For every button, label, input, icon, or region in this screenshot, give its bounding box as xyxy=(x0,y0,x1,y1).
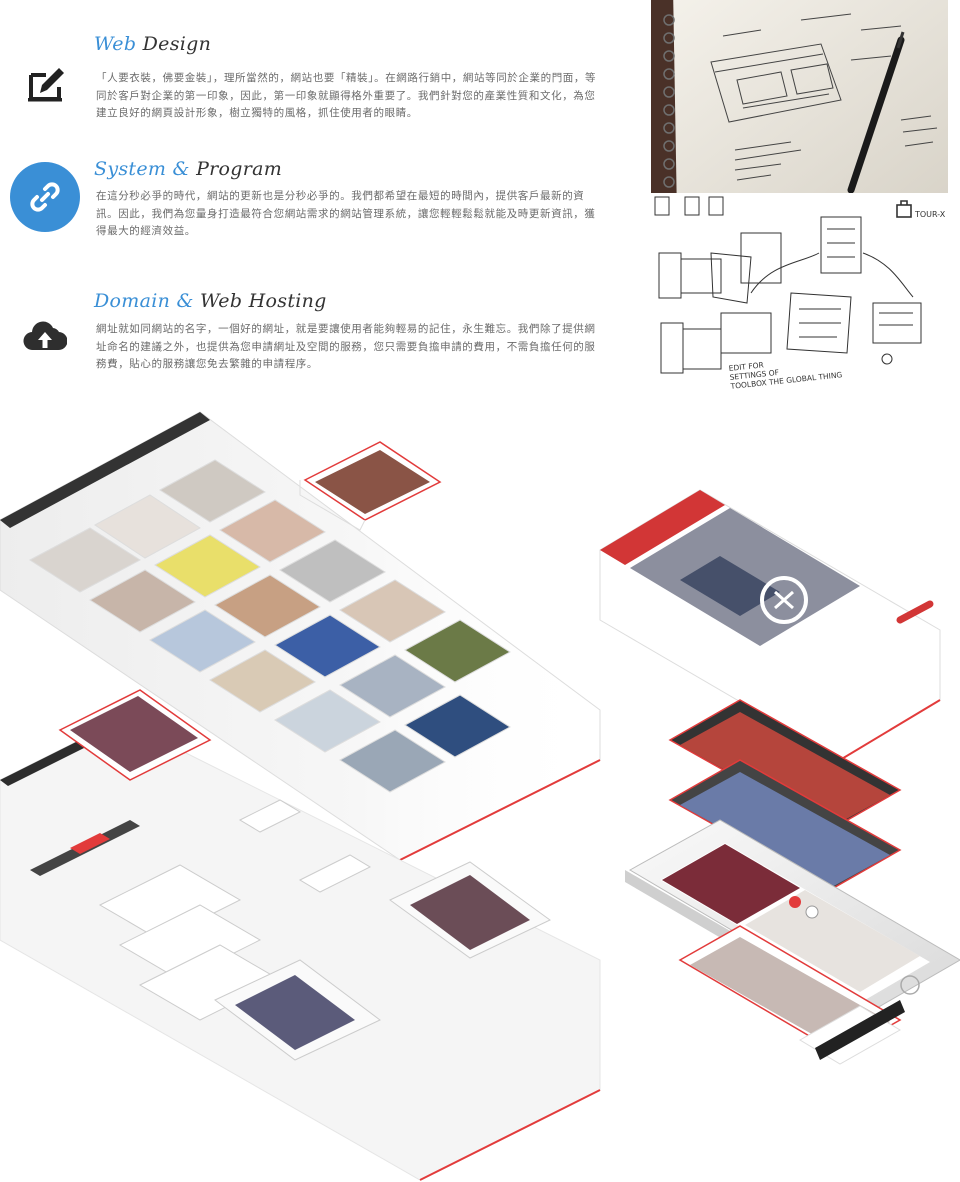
app-screens-stack xyxy=(625,699,960,1065)
service-web-design: Web Design 「人要衣裝，佛要金裝」，理所當然的，網站也要「精裝」。在網… xyxy=(0,30,620,140)
service-description: 在這分秒必爭的時代，網站的更新也是分秒必爭的。我們都希望在最短的時間內，提供客戶… xyxy=(96,190,596,237)
wireframe-sketch-photo xyxy=(651,0,948,193)
service-title: System & Program xyxy=(94,158,283,180)
service-domain-hosting: Domain & Web Hosting 網址就如同網站的名字，一個好的網址，就… xyxy=(0,288,620,398)
edit-screen-icon xyxy=(24,64,68,104)
isometric-mockup-composition xyxy=(0,400,960,1182)
service-description: 「人要衣裝，佛要金裝」，理所當然的，網站也要「精裝」。在網路行銷中，網站等同於企… xyxy=(96,72,597,119)
service-system-program: System & Program 在這分秒必爭的時代，網站的更新也是分秒必爭的。… xyxy=(0,155,620,265)
service-description: 網址就如同網站的名字，一個好的網址，就是要讓使用者能夠輕易的記住，永生難忘。我們… xyxy=(96,323,596,370)
sketch-tour-label: TOUR-X xyxy=(914,210,946,219)
link-icon xyxy=(10,162,80,232)
ui-flow-sketch: TOUR-X EDIT FOR SETTINGS OF TOOLBOX THE … xyxy=(651,193,960,400)
sketch-note: EDIT FOR SETTINGS OF TOOLBOX THE GLOBAL … xyxy=(727,352,843,391)
service-title: Domain & Web Hosting xyxy=(94,290,327,312)
service-title: Web Design xyxy=(94,33,212,55)
cloud-upload-icon xyxy=(22,318,68,354)
